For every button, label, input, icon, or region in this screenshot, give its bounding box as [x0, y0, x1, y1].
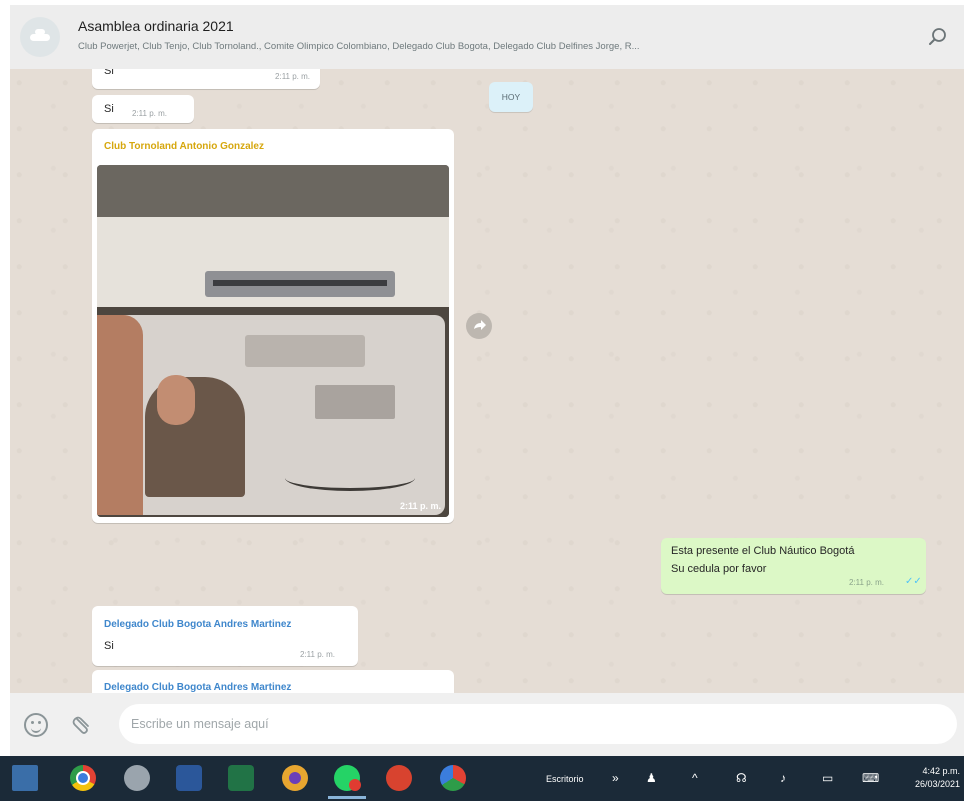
message-time: 2:11 p. m. [849, 578, 884, 587]
message-sender[interactable]: Delegado Club Bogota Andres Martinez [104, 682, 291, 693]
id-card-signature [285, 465, 415, 491]
whatsapp-icon[interactable] [328, 765, 366, 799]
file-explorer-icon[interactable] [12, 765, 38, 791]
message-composer [10, 693, 964, 756]
message-time: 2:11 p. m. [275, 72, 310, 81]
chat-header[interactable]: Asamblea ordinaria 2021 Club Powerjet, C… [10, 5, 964, 69]
message-sender[interactable]: Club Tornoland Antonio Gonzalez [104, 141, 264, 152]
id-card-number [315, 385, 395, 419]
group-avatar[interactable] [20, 17, 60, 57]
id-card-image [105, 315, 445, 515]
chrome-icon[interactable] [440, 765, 466, 791]
date-divider: HOY [489, 82, 533, 112]
message-text: Si [104, 640, 114, 652]
people-icon[interactable]: ♟ [646, 771, 657, 785]
message-bubble[interactable]: Delegado Club Bogota Andres Martinez Si … [92, 606, 358, 666]
chevron-up-icon[interactable]: ^ [692, 771, 698, 785]
excel-icon[interactable] [228, 765, 254, 791]
volume-icon[interactable]: ♪ [780, 771, 786, 785]
paperclip-icon[interactable] [68, 711, 96, 739]
group-title[interactable]: Asamblea ordinaria 2021 [78, 18, 234, 34]
message-text: Su cedula por favor [671, 563, 767, 575]
word-icon[interactable] [176, 765, 202, 791]
toolbar-expand-icon[interactable]: » [612, 771, 619, 785]
chrome-icon[interactable] [70, 765, 96, 791]
message-time: 2:11 p. m. [300, 650, 335, 659]
message-bubble[interactable]: Delegado Club Bogota Andres Martinez [92, 670, 454, 693]
forward-icon[interactable] [466, 313, 492, 339]
message-text: Si [104, 69, 114, 77]
group-members[interactable]: Club Powerjet, Club Tenjo, Club Tornolan… [78, 41, 894, 52]
id-card-header [245, 335, 365, 367]
photo-hand [97, 315, 143, 515]
keyboard-icon[interactable]: ⌨ [862, 771, 879, 785]
message-time: 2:11 p. m. [399, 501, 441, 511]
message-time: 2:11 p. m. [132, 109, 167, 118]
image-message[interactable]: Club Tornoland Antonio Gonzalez 2:11 p. … [92, 129, 454, 523]
taskbar-clock[interactable]: 4:42 p.m. 26/03/2021 [900, 765, 960, 791]
chat-pane[interactable]: Si 2:11 p. m. Si 2:11 p. m. HOY Club Tor… [10, 69, 964, 693]
outgoing-message-bubble[interactable]: Esta presente el Club Náutico Bogotá Su … [661, 538, 926, 594]
battery-icon[interactable]: ▭ [822, 771, 833, 785]
message-bubble[interactable]: Si 2:11 p. m. [92, 69, 320, 89]
double-check-icon: ✓✓ [905, 576, 922, 587]
photo-object [205, 271, 395, 297]
message-bubble[interactable]: Si 2:11 p. m. [92, 95, 194, 123]
app-icon[interactable] [124, 765, 150, 791]
clock-date: 26/03/2021 [914, 779, 960, 789]
message-text: Si [104, 103, 114, 115]
shared-photo[interactable]: 2:11 p. m. [97, 165, 449, 517]
emoji-icon[interactable] [24, 713, 48, 737]
message-sender[interactable]: Delegado Club Bogota Andres Martinez [104, 619, 291, 630]
clock-time: 4:42 p.m. [922, 766, 960, 776]
search-icon[interactable] [926, 25, 950, 49]
taskbar: Escritorio » ♟ ^ ☊ ♪ ▭ ⌨ 4:42 p.m. 26/03… [0, 756, 964, 801]
message-input[interactable] [119, 704, 957, 744]
desktop-toolbar-label[interactable]: Escritorio [546, 774, 584, 784]
app-icon[interactable] [386, 765, 412, 791]
network-icon[interactable]: ☊ [736, 771, 747, 785]
message-text: Esta presente el Club Náutico Bogotá [671, 545, 855, 557]
id-card-portrait [157, 375, 195, 425]
app-icon[interactable] [282, 765, 308, 791]
